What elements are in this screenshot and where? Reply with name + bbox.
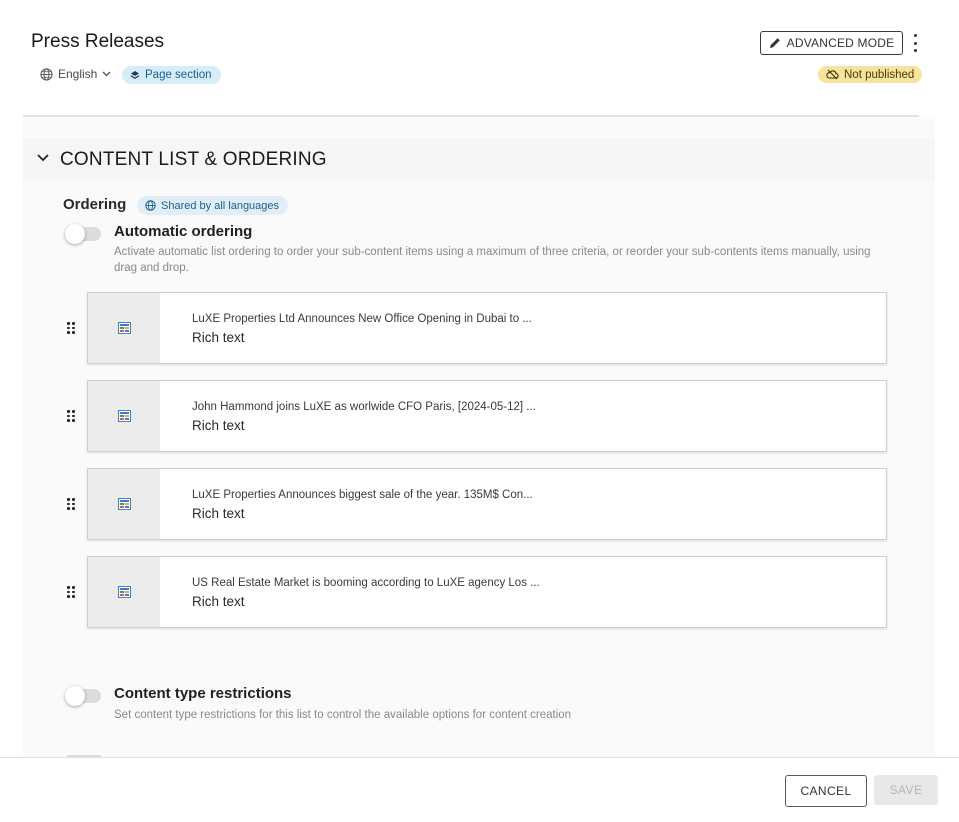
- page-title: Press Releases: [31, 31, 165, 52]
- footer-bar: CANCEL SAVE: [0, 757, 959, 822]
- content-type-restrictions-toggle[interactable]: [65, 686, 101, 706]
- ordering-label: Ordering: [63, 196, 127, 213]
- shared-chip-label: Shared by all languages: [161, 199, 280, 212]
- rich-text-icon: [118, 586, 131, 598]
- page-header: Press Releases English Page section ADVA…: [0, 0, 959, 116]
- globe-icon: [40, 67, 53, 81]
- content-type-restrictions-description: Set content type restrictions for this l…: [114, 709, 572, 721]
- item-thumbnail: [88, 293, 160, 363]
- chevron-down-icon[interactable]: [37, 154, 49, 162]
- content-item-card[interactable]: LuXE Properties Ltd Announces New Office…: [87, 292, 887, 364]
- layers-icon: [130, 71, 140, 80]
- automatic-ordering-toggle[interactable]: [65, 224, 101, 244]
- language-selector[interactable]: English: [40, 67, 111, 81]
- chevron-down-icon: [102, 71, 111, 77]
- content-item-card[interactable]: LuXE Properties Announces biggest sale o…: [87, 468, 887, 540]
- save-button[interactable]: SAVE: [874, 775, 938, 805]
- item-title: US Real Estate Market is booming accordi…: [192, 577, 540, 589]
- advanced-mode-button[interactable]: ADVANCED MODE: [760, 31, 903, 55]
- item-title: LuXE Properties Announces biggest sale o…: [192, 489, 533, 501]
- content-type-restrictions-title: Content type restrictions: [114, 685, 292, 702]
- item-type: Rich text: [192, 506, 245, 521]
- item-type: Rich text: [192, 594, 245, 609]
- section-header[interactable]: CONTENT LIST & ORDERING: [23, 138, 935, 180]
- item-thumbnail: [88, 557, 160, 627]
- status-badge: Not published: [818, 66, 923, 83]
- item-thumbnail: [88, 469, 160, 539]
- toggle-knob: [65, 686, 85, 706]
- cloud-off-icon: [826, 69, 839, 80]
- list-item: LuXE Properties Ltd Announces New Office…: [67, 292, 887, 364]
- page-section-chip: Page section: [122, 66, 221, 84]
- rich-text-icon: [118, 322, 131, 334]
- shared-by-all-languages-chip: Shared by all languages: [137, 196, 289, 215]
- automatic-ordering-title: Automatic ordering: [114, 223, 253, 240]
- content-item-card[interactable]: John Hammond joins LuXE as worlwide CFO …: [87, 380, 887, 452]
- drag-handle-icon[interactable]: [67, 586, 77, 598]
- list-item: US Real Estate Market is booming accordi…: [67, 556, 887, 628]
- item-type: Rich text: [192, 418, 245, 433]
- drag-handle-icon[interactable]: [67, 498, 77, 510]
- automatic-ordering-description: Activate automatic list ordering to orde…: [114, 246, 871, 274]
- item-title: John Hammond joins LuXE as worlwide CFO …: [192, 401, 536, 413]
- section-title: CONTENT LIST & ORDERING: [60, 149, 327, 170]
- list-item: John Hammond joins LuXE as worlwide CFO …: [67, 380, 887, 452]
- item-title: LuXE Properties Ltd Announces New Office…: [192, 313, 532, 325]
- page-section-label: Page section: [145, 69, 212, 81]
- content-panel: CONTENT LIST & ORDERING Ordering Shared …: [23, 117, 935, 759]
- more-options-icon[interactable]: [909, 34, 921, 52]
- drag-handle-icon[interactable]: [67, 322, 77, 334]
- status-label: Not published: [844, 68, 915, 81]
- list-item: LuXE Properties Announces biggest sale o…: [67, 468, 887, 540]
- drag-handle-icon[interactable]: [67, 410, 77, 422]
- item-thumbnail: [88, 381, 160, 451]
- content-item-card[interactable]: US Real Estate Market is booming accordi…: [87, 556, 887, 628]
- item-type: Rich text: [192, 330, 245, 345]
- advanced-mode-label: ADVANCED MODE: [786, 36, 895, 50]
- globe-icon: [145, 200, 156, 211]
- rich-text-icon: [118, 410, 131, 422]
- cancel-button[interactable]: CANCEL: [785, 775, 867, 807]
- rich-text-icon: [118, 498, 131, 510]
- pencil-icon: [769, 38, 780, 48]
- toggle-knob: [65, 224, 85, 244]
- language-label: English: [58, 67, 98, 81]
